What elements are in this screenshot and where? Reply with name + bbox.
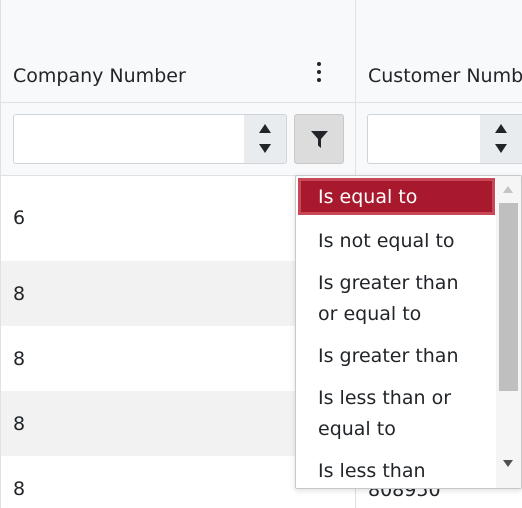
company-number-cell: 6	[13, 207, 26, 229]
scroll-up-arrow-icon[interactable]	[503, 186, 513, 193]
triangle-up-icon[interactable]	[259, 124, 271, 133]
triangle-up-icon[interactable]	[495, 124, 507, 133]
column-menu-icon[interactable]	[311, 60, 327, 86]
customer-number-filter-input[interactable]	[367, 114, 522, 164]
filter-option-is-equal-to[interactable]: Is equal to	[298, 178, 495, 215]
number-spinner	[244, 115, 286, 163]
number-spinner	[480, 115, 522, 163]
column-header-company-number[interactable]: Company Number	[13, 64, 186, 88]
company-number-cell: 8	[13, 348, 26, 370]
company-number-cell: 8	[13, 283, 26, 305]
data-grid: Company Number Customer Numbe 6 8 8 8 8 …	[0, 0, 522, 508]
dropdown-scrollbar[interactable]	[496, 176, 521, 488]
scroll-down-arrow-icon[interactable]	[503, 460, 513, 467]
funnel-icon	[311, 131, 328, 148]
filter-operator-dropdown[interactable]: Is equal to Is not equal to Is greater t…	[295, 175, 522, 489]
column-header-customer-number[interactable]: Customer Numbe	[368, 64, 522, 88]
company-number-filter-input[interactable]	[13, 114, 287, 164]
filter-option-is-greater-than-or-equal-to[interactable]: Is greater than or equal to	[298, 268, 495, 330]
filter-option-is-less-than[interactable]: Is less than	[298, 456, 495, 487]
filter-option-is-greater-than[interactable]: Is greater than	[298, 341, 495, 372]
triangle-down-icon[interactable]	[259, 144, 271, 153]
filter-operator-button[interactable]	[294, 114, 344, 164]
triangle-down-icon[interactable]	[495, 144, 507, 153]
company-number-cell: 8	[13, 413, 26, 435]
filter-operator-list: Is equal to Is not equal to Is greater t…	[296, 176, 496, 488]
filter-row	[1, 103, 522, 176]
grid-header-row: Company Number Customer Numbe	[1, 0, 522, 103]
scrollbar-thumb[interactable]	[499, 203, 518, 391]
filter-option-is-not-equal-to[interactable]: Is not equal to	[298, 226, 495, 257]
company-number-cell: 8	[13, 478, 26, 500]
filter-option-is-less-than-or-equal-to[interactable]: Is less than or equal to	[298, 383, 495, 445]
